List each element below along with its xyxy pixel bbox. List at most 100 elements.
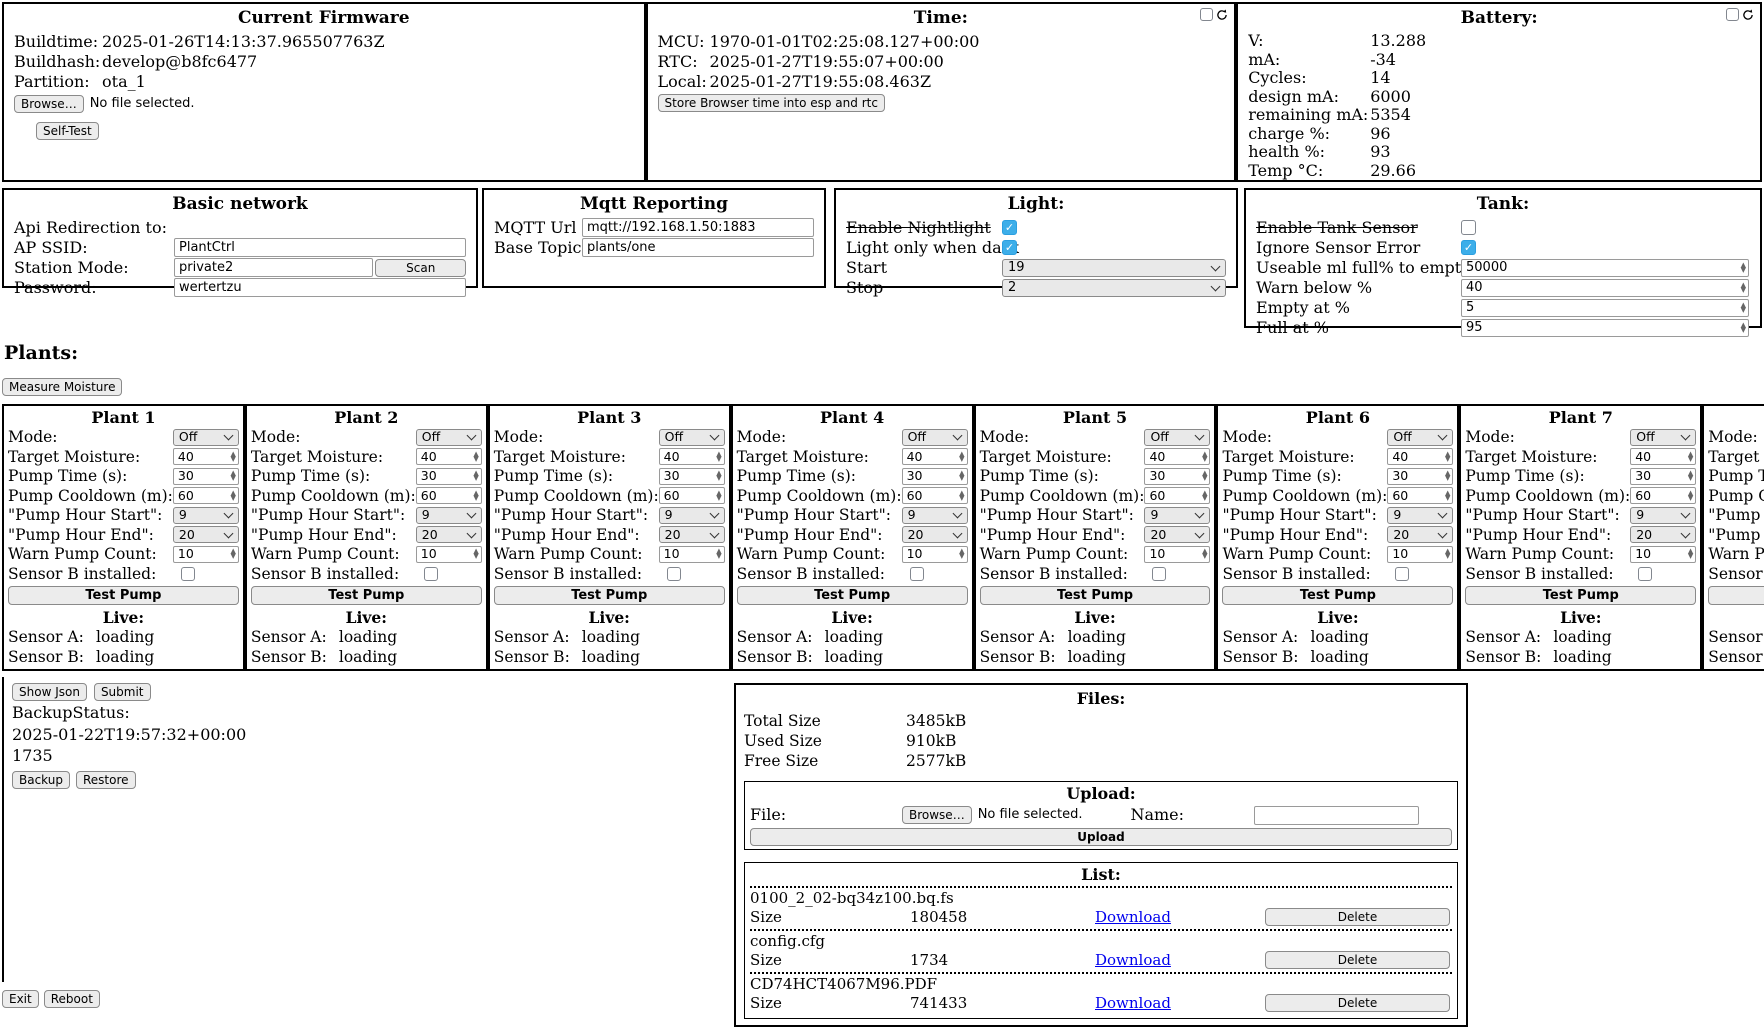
spinner-arrows-icon[interactable]: ▲▼ [231, 452, 236, 462]
spinner-arrows-icon[interactable]: ▲▼ [1741, 323, 1746, 333]
spinner-arrows-icon[interactable]: ▲▼ [1202, 471, 1207, 481]
download-link[interactable]: Download [1095, 950, 1171, 970]
delete-button[interactable]: Delete [1265, 908, 1450, 926]
download-link[interactable]: Download [1095, 907, 1171, 927]
empty-at-input[interactable]: 5▲▼ [1461, 299, 1749, 317]
show-json-button[interactable]: Show Json [12, 683, 87, 701]
sensor-b-installed-checkbox[interactable] [910, 567, 924, 581]
spinner-arrows-icon[interactable]: ▲▼ [1741, 303, 1746, 313]
spinner-arrows-icon[interactable]: ▲▼ [231, 491, 236, 501]
test-pump-button[interactable]: Test Pump [494, 586, 725, 605]
sensor-b-installed-checkbox[interactable] [1638, 567, 1652, 581]
submit-button[interactable]: Submit [94, 683, 151, 701]
spinner-arrows-icon[interactable]: ▲▼ [1688, 471, 1693, 481]
self-test-button[interactable]: Self-Test [36, 122, 99, 140]
spinner-arrows-icon[interactable]: ▲▼ [716, 549, 721, 559]
sensor-b-installed-checkbox[interactable] [1152, 567, 1166, 581]
enable-tank-sensor-checkbox[interactable] [1461, 220, 1476, 235]
light-only-when-dark-checkbox[interactable] [1002, 240, 1017, 255]
pump-hour-end-select[interactable]: 20 [659, 526, 725, 543]
refresh-icon[interactable] [1742, 9, 1754, 21]
pump-hour-end-select[interactable]: 20 [173, 526, 239, 543]
delete-button[interactable]: Delete [1265, 994, 1450, 1012]
spinner-arrows-icon[interactable]: ▲▼ [1445, 549, 1450, 559]
spinner-arrows-icon[interactable]: ▲▼ [1741, 263, 1746, 273]
spinner-arrows-icon[interactable]: ▲▼ [959, 471, 964, 481]
test-pump-button[interactable]: Test Pump [251, 586, 482, 605]
pump-cooldown-input[interactable]: 60▲▼ [416, 487, 482, 504]
warn-pump-count-input[interactable]: 10▲▼ [416, 546, 482, 563]
target-moisture-input[interactable]: 40▲▼ [1387, 448, 1453, 465]
station-mode-input[interactable] [174, 258, 373, 277]
spinner-arrows-icon[interactable]: ▲▼ [1445, 491, 1450, 501]
spinner-arrows-icon[interactable]: ▲▼ [1688, 491, 1693, 501]
sensor-b-installed-checkbox[interactable] [424, 567, 438, 581]
useable-ml-input[interactable]: 50000▲▼ [1461, 259, 1749, 277]
base-topic-input[interactable] [582, 238, 814, 257]
pump-time-input[interactable]: 30▲▼ [173, 468, 239, 485]
spinner-arrows-icon[interactable]: ▲▼ [959, 491, 964, 501]
pump-cooldown-input[interactable]: 60▲▼ [1630, 487, 1696, 504]
target-moisture-input[interactable]: 40▲▼ [173, 448, 239, 465]
spinner-arrows-icon[interactable]: ▲▼ [1202, 491, 1207, 501]
spinner-arrows-icon[interactable]: ▲▼ [959, 549, 964, 559]
pump-time-input[interactable]: 30▲▼ [416, 468, 482, 485]
mode-select[interactable]: Off [902, 429, 968, 446]
restore-button[interactable]: Restore [76, 771, 136, 789]
test-pump-button[interactable]: Test Pump [8, 586, 239, 605]
pump-hour-end-select[interactable]: 20 [416, 526, 482, 543]
spinner-arrows-icon[interactable]: ▲▼ [1445, 471, 1450, 481]
pump-time-input[interactable]: 30▲▼ [1630, 468, 1696, 485]
spinner-arrows-icon[interactable]: ▲▼ [473, 549, 478, 559]
warn-pump-count-input[interactable]: 10▲▼ [1630, 546, 1696, 563]
time-auto-refresh-checkbox[interactable] [1200, 8, 1213, 21]
target-moisture-input[interactable]: 40▲▼ [1630, 448, 1696, 465]
pump-time-input[interactable]: 30▲▼ [659, 468, 725, 485]
target-moisture-input[interactable]: 40▲▼ [659, 448, 725, 465]
ap-ssid-input[interactable] [174, 238, 466, 257]
warn-below-input[interactable]: 40▲▼ [1461, 279, 1749, 297]
warn-pump-count-input[interactable]: 10▲▼ [902, 546, 968, 563]
spinner-arrows-icon[interactable]: ▲▼ [959, 452, 964, 462]
pump-hour-start-select[interactable]: 9 [1630, 507, 1696, 524]
pump-time-input[interactable]: 30▲▼ [902, 468, 968, 485]
mode-select[interactable]: Off [1387, 429, 1453, 446]
reboot-button[interactable]: Reboot [44, 990, 100, 1008]
pump-time-input[interactable]: 30▲▼ [1387, 468, 1453, 485]
test-pump-button[interactable]: Test Pump [1222, 586, 1453, 605]
test-pump-button[interactable]: Test Pump [1465, 586, 1696, 605]
mode-select[interactable]: Off [659, 429, 725, 446]
target-moisture-input[interactable]: 40▲▼ [902, 448, 968, 465]
pump-hour-end-select[interactable]: 20 [1387, 526, 1453, 543]
pump-hour-start-select[interactable]: 9 [902, 507, 968, 524]
pump-hour-start-select[interactable]: 9 [1144, 507, 1210, 524]
spinner-arrows-icon[interactable]: ▲▼ [716, 491, 721, 501]
light-start-select[interactable]: 19 [1002, 259, 1226, 277]
spinner-arrows-icon[interactable]: ▲▼ [231, 549, 236, 559]
pump-hour-start-select[interactable]: 9 [659, 507, 725, 524]
full-at-input[interactable]: 95▲▼ [1461, 319, 1749, 337]
sensor-b-installed-checkbox[interactable] [181, 567, 195, 581]
battery-auto-refresh-checkbox[interactable] [1726, 8, 1739, 21]
measure-moisture-button[interactable]: Measure Moisture [2, 378, 122, 396]
spinner-arrows-icon[interactable]: ▲▼ [716, 471, 721, 481]
spinner-arrows-icon[interactable]: ▲▼ [716, 452, 721, 462]
sensor-b-installed-checkbox[interactable] [667, 567, 681, 581]
enable-nightlight-checkbox[interactable] [1002, 220, 1017, 235]
mqtt-url-input[interactable] [582, 218, 814, 237]
scan-button[interactable]: Scan [375, 259, 466, 277]
spinner-arrows-icon[interactable]: ▲▼ [231, 471, 236, 481]
pump-hour-start-select[interactable]: 9 [1387, 507, 1453, 524]
mode-select[interactable]: Off [1630, 429, 1696, 446]
delete-button[interactable]: Delete [1265, 951, 1450, 969]
upload-browse-button[interactable]: Browse… [902, 806, 972, 824]
mode-select[interactable]: Off [173, 429, 239, 446]
pump-cooldown-input[interactable]: 60▲▼ [1387, 487, 1453, 504]
test-pump-button[interactable]: Test Pump [1708, 586, 1764, 605]
download-link[interactable]: Download [1095, 993, 1171, 1013]
test-pump-button[interactable]: Test Pump [737, 586, 968, 605]
firmware-browse-button[interactable]: Browse… [14, 95, 84, 113]
pump-hour-start-select[interactable]: 9 [416, 507, 482, 524]
pump-hour-end-select[interactable]: 20 [1144, 526, 1210, 543]
store-browser-time-button[interactable]: Store Browser time into esp and rtc [658, 94, 885, 112]
